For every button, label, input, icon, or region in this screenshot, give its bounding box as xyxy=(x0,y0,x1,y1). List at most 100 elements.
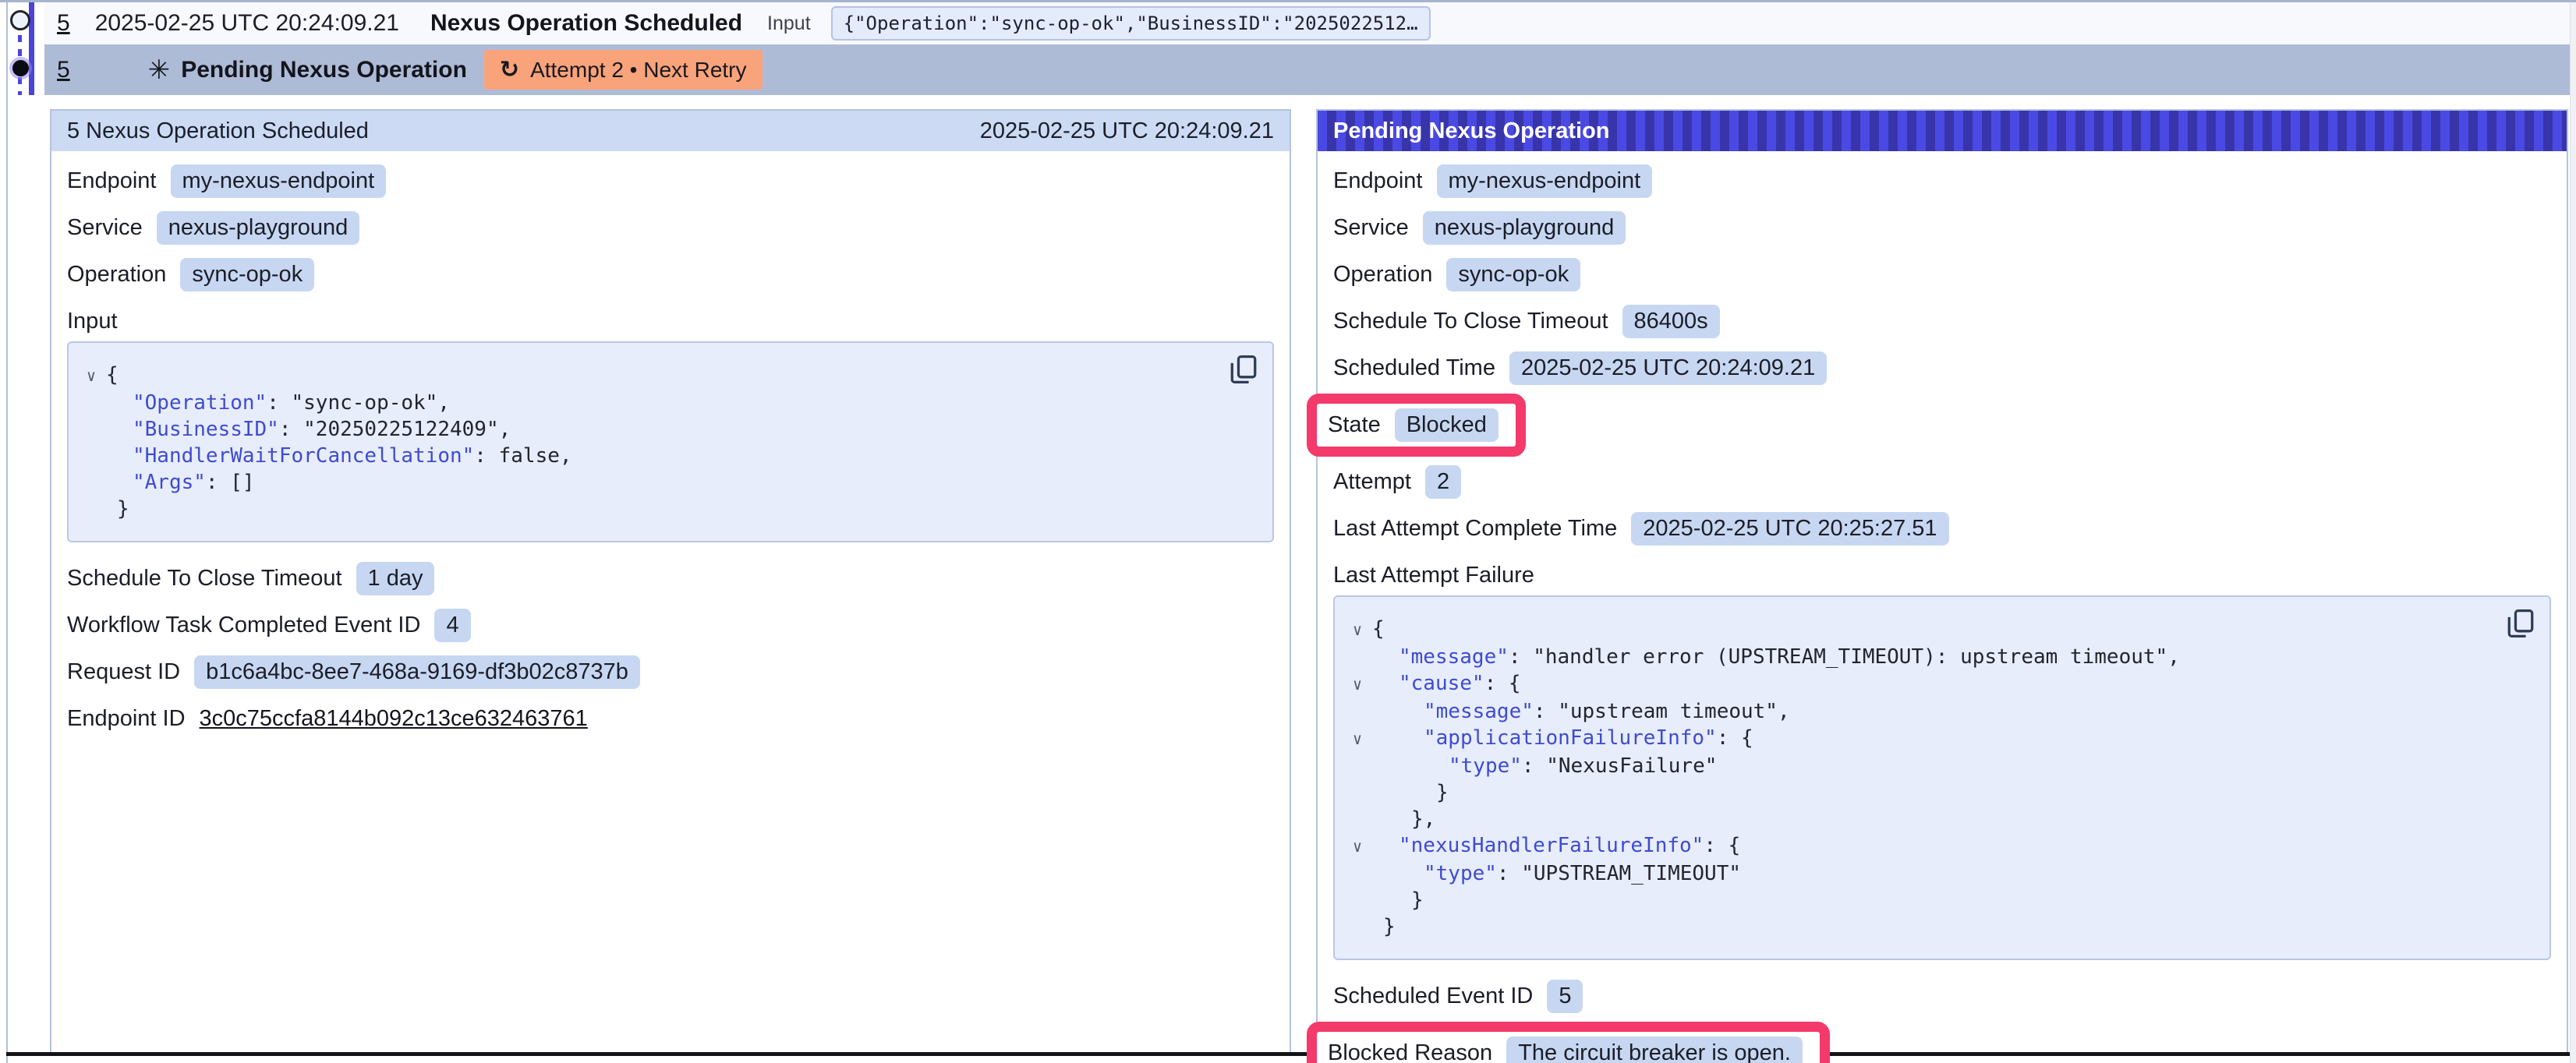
scheduled-pane-header: 5 Nexus Operation Scheduled 2025-02-25 U… xyxy=(51,111,1290,151)
input-preview-chip[interactable]: {"Operation":"sync-op-ok","BusinessID":"… xyxy=(831,6,1431,41)
json-line: } xyxy=(76,496,1218,522)
pending-event-node-icon[interactable] xyxy=(12,60,29,76)
detail-field-endpoint: Endpointmy-nexus-endpoint xyxy=(1333,157,2551,204)
retry-status-badge: ↻ Attempt 2 • Next Retry xyxy=(484,50,763,90)
json-line: "BusinessID": "20250225122409", xyxy=(76,416,1218,443)
field-label: Scheduled Time xyxy=(1333,355,1495,381)
scrollbar-gutter[interactable] xyxy=(2570,2,2576,1063)
json-line-text: { xyxy=(106,362,119,390)
detail-field-endpoint-id: Endpoint ID3c0c75ccfa8144b092c13ce632463… xyxy=(67,695,1274,742)
collapse-chevron-icon[interactable]: ∨ xyxy=(1343,725,1372,753)
json-line: "type": "NexusFailure" xyxy=(1343,753,2495,779)
json-gutter xyxy=(76,443,106,469)
detail-field-schedule-to-close-timeout: Schedule To Close Timeout86400s xyxy=(1333,298,2551,344)
pending-pane-body: Endpointmy-nexus-endpoint Service nexus-pl… xyxy=(1318,151,2567,1063)
json-line: "type": "UPSTREAM_TIMEOUT" xyxy=(1343,860,2495,887)
event-title: Nexus Operation Scheduled xyxy=(430,10,742,37)
json-line: } xyxy=(1343,913,2495,940)
field-value-link[interactable]: 3c0c75ccfa8144b092c13ce632463761 xyxy=(200,706,588,732)
copy-icon[interactable] xyxy=(1229,354,1258,387)
event-id-link[interactable]: 5 xyxy=(57,57,70,83)
json-line-text: "Operation": "sync-op-ok", xyxy=(106,390,450,416)
field-label: Attempt xyxy=(1333,469,1411,495)
field-label: Request ID xyxy=(67,659,180,685)
json-line-text: { xyxy=(1372,616,1385,644)
json-line-text: "cause": { xyxy=(1372,670,1521,698)
detail-field-state: StateBlocked xyxy=(1333,391,2551,458)
pending-operation-detail-pane: Pending Nexus Operation Endpointmy-nexus… xyxy=(1316,109,2568,1054)
field-label: Schedule To Close Timeout xyxy=(1333,309,1608,334)
field-value-badge: 5 xyxy=(1547,980,1583,1013)
detail-field-last-attempt-complete-time: Last Attempt Complete Time2025-02-25 UTC… xyxy=(1333,505,2551,552)
json-line-text: } xyxy=(1372,887,1424,913)
copy-icon[interactable] xyxy=(2506,608,2535,641)
field-value-badge: nexus-playground xyxy=(1423,211,1626,245)
field-value-badge: my-nexus-endpoint xyxy=(171,164,387,198)
json-line-text: "BusinessID": "20250225122409", xyxy=(106,416,511,443)
event-id-link[interactable]: 5 xyxy=(57,10,70,37)
collapse-chevron-icon[interactable]: ∨ xyxy=(1343,616,1372,644)
json-gutter xyxy=(76,469,106,496)
field-value-badge: sync-op-ok xyxy=(1446,258,1580,291)
json-line-text: } xyxy=(106,496,129,522)
field-label: Service xyxy=(1333,215,1409,241)
detail-field-service: Service nexus-playground xyxy=(1333,204,2551,251)
pane-title: 5 Nexus Operation Scheduled xyxy=(67,118,369,144)
field-label: Service xyxy=(67,215,143,241)
field-value-badge: my-nexus-endpoint xyxy=(1437,164,1653,198)
json-line: } xyxy=(1343,887,2495,913)
failure-json-viewer: ∨{"message": "handler error (UPSTREAM_TI… xyxy=(1333,595,2551,960)
json-line-text: } xyxy=(1372,779,1449,806)
event-row-nexus-operation-scheduled[interactable]: 5 2025-02-25 UTC 20:24:09.21 Nexus Opera… xyxy=(44,2,2570,44)
field-value-badge: 2025-02-25 UTC 20:24:09.21 xyxy=(1509,351,1827,385)
json-gutter xyxy=(76,416,106,443)
pending-pane-header: Pending Nexus Operation xyxy=(1318,111,2567,151)
json-line-text: "HandlerWaitForCancellation": false, xyxy=(106,443,572,469)
field-label: Last Attempt Complete Time xyxy=(1333,516,1617,542)
collapse-chevron-icon[interactable]: ∨ xyxy=(1343,670,1372,698)
detail-field-operation: Operationsync-op-ok xyxy=(67,251,1274,298)
json-gutter xyxy=(1343,644,1372,670)
json-gutter xyxy=(1343,887,1372,913)
retry-icon: ↻ xyxy=(500,56,519,83)
field-label: Scheduled Event ID xyxy=(1333,984,1533,1009)
retry-badge-label: Attempt 2 • Next Retry xyxy=(530,58,746,83)
detail-field-scheduled-time: Scheduled Time 2025-02-25 UTC 20:24:09.21 xyxy=(1333,344,2551,391)
field-label: Endpoint xyxy=(67,168,157,194)
json-line: "Args": [] xyxy=(76,469,1218,496)
pane-title: Pending Nexus Operation xyxy=(1333,118,1610,144)
json-gutter xyxy=(1343,779,1372,806)
event-timeline xyxy=(8,2,44,95)
json-line-text: "message": "upstream timeout", xyxy=(1372,698,1790,725)
json-gutter xyxy=(76,496,106,522)
json-line: "message": "handler error (UPSTREAM_TIME… xyxy=(1343,644,2495,670)
json-line-text: "type": "NexusFailure" xyxy=(1372,753,1717,779)
json-line: "Operation": "sync-op-ok", xyxy=(76,390,1218,416)
pane-timestamp: 2025-02-25 UTC 20:24:09.21 xyxy=(980,118,1274,144)
field-label: Blocked Reason xyxy=(1328,1040,1492,1063)
detail-field-service: Service nexus-playground xyxy=(67,204,1274,251)
json-line: ∨"nexusHandlerFailureInfo": { xyxy=(1343,832,2495,860)
field-label: State xyxy=(1328,412,1381,438)
detail-field-attempt: Attempt2 xyxy=(1333,458,2551,505)
temporal-event-history-view: 5 2025-02-25 UTC 20:24:09.21 Nexus Opera… xyxy=(0,0,2576,1063)
scheduled-event-detail-pane: 5 Nexus Operation Scheduled 2025-02-25 U… xyxy=(50,109,1291,1054)
completed-event-node-icon[interactable] xyxy=(10,10,30,30)
left-divider xyxy=(6,2,8,1063)
json-line-text: "message": "handler error (UPSTREAM_TIME… xyxy=(1372,644,2180,670)
json-line-text: }, xyxy=(1372,806,1435,832)
detail-field-request-id: Request IDb1c6a4bc-8ee7-468a-9169-df3b02… xyxy=(67,648,1274,695)
collapse-chevron-icon[interactable]: ∨ xyxy=(1343,832,1372,860)
field-value-badge: Blocked xyxy=(1395,408,1499,442)
detail-field-scheduled-event-id: Scheduled Event ID 5 xyxy=(1333,973,2551,1019)
event-row-pending-nexus-operation[interactable]: 5 ✳︎ Pending Nexus Operation ↻ Attempt 2… xyxy=(44,44,2570,95)
json-line: ∨"applicationFailureInfo": { xyxy=(1343,725,2495,753)
field-value-badge: The circuit breaker is open. xyxy=(1506,1037,1803,1063)
annotation-highlight-box: State Blocked xyxy=(1307,394,1526,457)
json-line-text: "Args": [] xyxy=(106,469,255,496)
field-label: Schedule To Close Timeout xyxy=(67,566,342,592)
json-line: ∨{ xyxy=(1343,616,2495,644)
json-gutter xyxy=(1343,860,1372,887)
collapse-chevron-icon[interactable]: ∨ xyxy=(76,362,106,390)
field-value-badge: nexus-playground xyxy=(157,211,360,245)
